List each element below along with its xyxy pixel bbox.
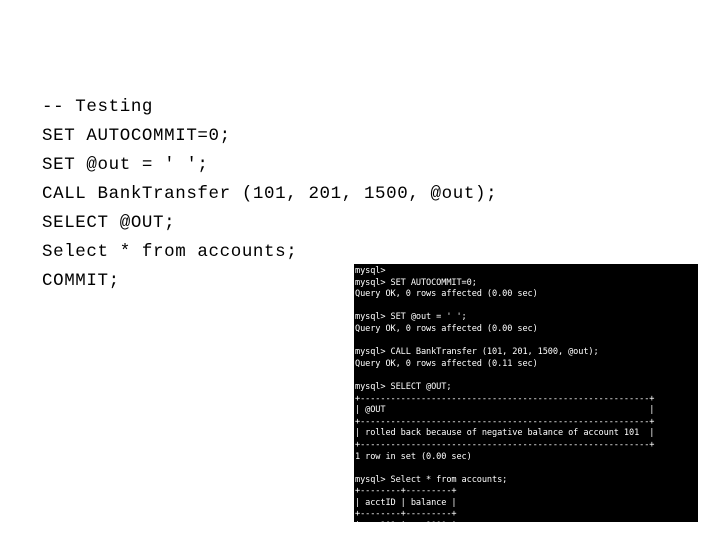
console-line: Query OK, 0 rows affected (0.00 sec) (355, 289, 538, 300)
sql-line-set-out: SET @out = ' '; (42, 155, 209, 175)
console-table-border: +--------+---------+ (355, 509, 457, 520)
slide-canvas: -- Testing SET AUTOCOMMIT=0; SET @out = … (0, 0, 720, 540)
console-line: mysql> SELECT @OUT; (355, 381, 452, 392)
sql-line-call-banktransfer: CALL BankTransfer (101, 201, 1500, @out)… (42, 184, 498, 204)
console-line: mysql> SET @out = ' '; (355, 312, 467, 323)
console-table-row: | rolled back because of negative balanc… (355, 428, 655, 439)
console-line: mysql> Select * from accounts; (355, 474, 508, 485)
mysql-console-window: mysql> mysql> SET AUTOCOMMIT=0; Query OK… (354, 264, 698, 522)
sql-line-comment: -- Testing (42, 97, 154, 117)
console-line: mysql> SET AUTOCOMMIT=0; (355, 277, 477, 288)
console-table-header: | acctID | balance | (355, 497, 457, 508)
sql-line-select-out: SELECT @OUT; (42, 213, 176, 233)
console-table-border: +---------------------------------------… (355, 439, 655, 450)
sql-line-set-autocommit: SET AUTOCOMMIT=0; (42, 126, 231, 146)
console-line: mysql> CALL BankTransfer (101, 201, 1500… (355, 347, 599, 358)
console-table-row: | 101 | 1000 | (355, 521, 698, 522)
console-line: 1 row in set (0.00 sec) (355, 451, 472, 462)
console-table-header: | @OUT | (355, 405, 655, 416)
console-table-border: +--------+---------+ (355, 486, 457, 497)
console-line: Query OK, 0 rows affected (0.11 sec) (355, 358, 538, 369)
mysql-console-output: mysql> mysql> SET AUTOCOMMIT=0; Query OK… (354, 264, 698, 522)
console-table-border: +---------------------------------------… (355, 416, 655, 427)
console-line: Query OK, 0 rows affected (0.00 sec) (355, 323, 538, 334)
sql-line-select-accounts: Select * from accounts; (42, 242, 298, 262)
console-table-border: +---------------------------------------… (355, 393, 655, 404)
console-line: mysql> (355, 266, 386, 276)
